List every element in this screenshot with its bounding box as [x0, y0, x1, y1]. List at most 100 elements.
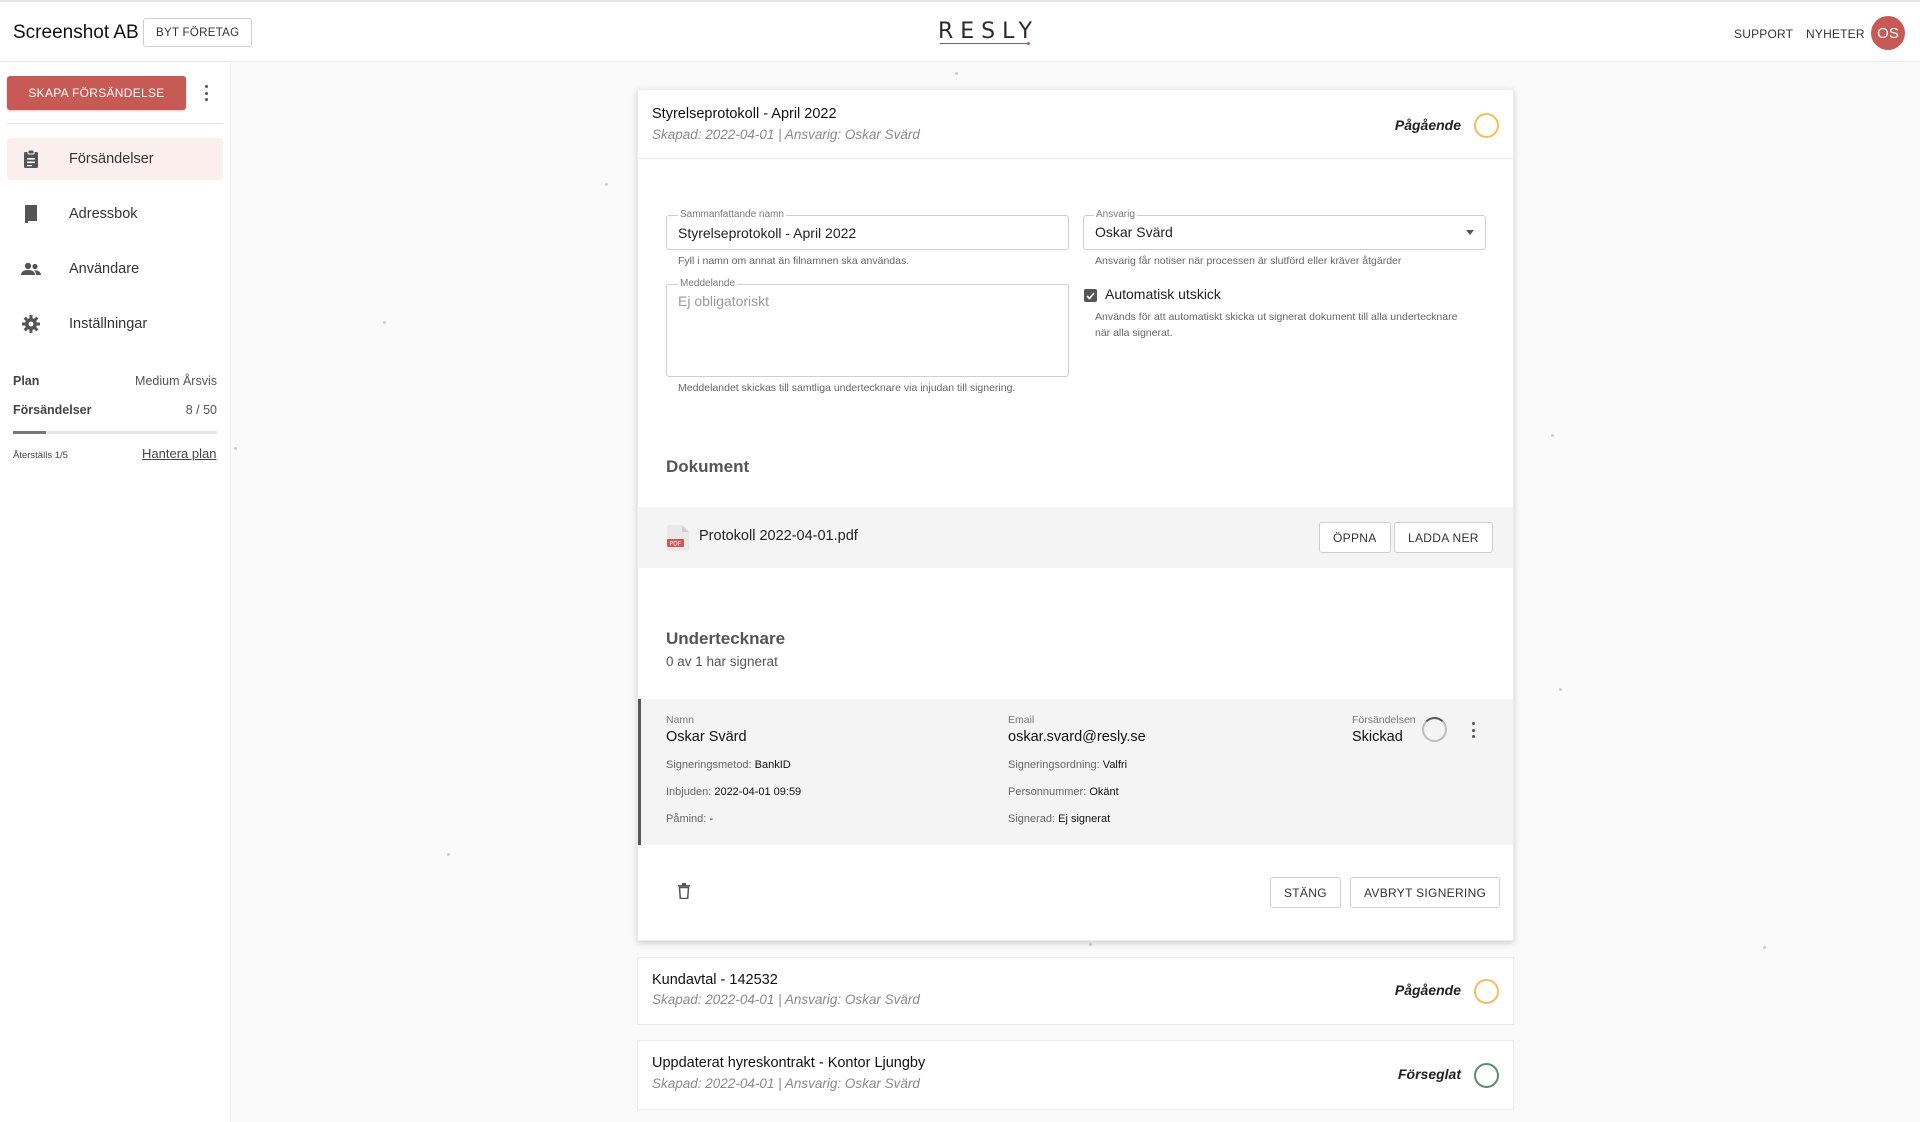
open-document-button[interactable]: ÖPPNA: [1319, 522, 1391, 553]
responsible-value: Oskar Svärd: [1095, 224, 1173, 240]
signer-name-label: Namn: [666, 714, 695, 726]
sidebar-item-label: Försändelser: [69, 151, 154, 167]
sidebar-item-label: Adressbok: [69, 206, 138, 222]
trash-icon[interactable]: [678, 883, 690, 900]
message-helper: Meddelandet skickas till samtliga undert…: [678, 382, 1016, 394]
document-name[interactable]: Protokoll 2022-04-01.pdf: [699, 528, 858, 544]
decor-dot: [1763, 946, 1766, 949]
sidebar-item-label: Användare: [69, 261, 140, 277]
message-placeholder: Ej obligatoriskt: [678, 293, 770, 309]
avatar[interactable]: OS: [1871, 16, 1905, 50]
logo-underline: [940, 43, 1028, 44]
signers-title: Undertecknare: [666, 629, 786, 648]
sidebar-item-anvandare[interactable]: Användare: [7, 248, 223, 290]
decor-dot: [234, 447, 237, 450]
auto-send-label[interactable]: Automatisk utskick: [1105, 286, 1221, 302]
status-badge: Pågående: [1394, 117, 1461, 133]
signer-more-options-icon[interactable]: [1467, 719, 1479, 741]
sidebar-item-installningar[interactable]: Inställningar: [7, 303, 223, 345]
sidebar-item-adressbok[interactable]: Adressbok: [7, 193, 223, 235]
sendings-usage-row: Försändelser 8 / 50: [13, 403, 217, 417]
sidebar-divider: [7, 123, 223, 124]
card-title[interactable]: Styrelseprotokoll - April 2022: [652, 106, 837, 122]
auto-send-helper-line: Används för att automatiskt skicka ut si…: [1095, 311, 1458, 323]
gear-icon: [21, 314, 41, 334]
sidebar-item-forsandelser[interactable]: Försändelser: [7, 138, 223, 180]
name-field-helper: Fyll i namn om annat än filnamnen ska an…: [678, 255, 910, 267]
status-badge: Pågående: [1394, 982, 1461, 998]
card-subtitle: Skapad: 2022-04-01 | Ansvarig: Oskar Svä…: [652, 992, 920, 1007]
usage-progress-bar: [13, 431, 217, 434]
status-badge: Förseglat: [1397, 1066, 1461, 1082]
decor-dot: [1551, 434, 1554, 437]
decor-dot: [605, 183, 608, 186]
sending-card[interactable]: Uppdaterat hyreskontrakt - Kontor Ljungb…: [637, 1040, 1514, 1110]
signer-email: oskar.svard@resly.se: [1008, 729, 1146, 745]
name-field-label: Sammanfattande namn: [678, 209, 786, 220]
name-field-value: Styrelseprotokoll - April 2022: [678, 225, 857, 241]
decor-dot: [1089, 943, 1092, 946]
clipboard-icon: [21, 149, 41, 169]
company-name: Screenshot AB: [13, 22, 139, 43]
plan-value: Medium Årsvis: [135, 374, 217, 388]
news-link[interactable]: NYHETER: [1806, 27, 1865, 41]
svg-text:PDF: PDF: [670, 541, 682, 548]
card-subtitle: Skapad: 2022-04-01 | Ansvarig: Oskar Svä…: [652, 1076, 920, 1091]
cancel-signing-button[interactable]: AVBRYT SIGNERING: [1350, 877, 1501, 908]
sidebar-item-label: Inställningar: [69, 316, 148, 332]
personal-number: Personnummer: Okänt: [1008, 786, 1119, 798]
checkmark-icon: [1086, 291, 1095, 300]
card-divider: [638, 158, 1513, 159]
resly-logo[interactable]: RESLY: [938, 19, 1039, 44]
pending-spinner-icon: [1422, 717, 1447, 742]
invited-at: Inbjuden: 2022-04-01 09:59: [666, 786, 802, 798]
signer-name: Oskar Svärd: [666, 729, 747, 745]
manage-plan-link[interactable]: Hantera plan: [142, 446, 216, 461]
auto-send-checkbox[interactable]: [1084, 289, 1097, 302]
plan-label: Plan: [13, 374, 40, 388]
reset-date: Återställs 1/5: [13, 450, 68, 461]
document-row: PDF Protokoll 2022-04-01.pdf ÖPPNA LADDA…: [638, 507, 1513, 568]
decor-dot: [1559, 688, 1562, 691]
logo-dot: [1027, 42, 1030, 45]
message-label: Meddelande: [678, 278, 738, 289]
pdf-file-icon: PDF: [667, 525, 689, 551]
responsible-helper: Ansvarig får notiser när processen är sl…: [1095, 255, 1402, 267]
signing-method: Signeringsmetod: BankID: [666, 759, 791, 771]
create-sending-button[interactable]: SKAPA FÖRSÄNDELSE: [7, 76, 186, 110]
plan-row: Plan Medium Årsvis: [13, 374, 217, 388]
signed-status: Signerad: Ej signerat: [1008, 813, 1111, 825]
sidebar: SKAPA FÖRSÄNDELSE Försändelser Adressbok…: [0, 63, 231, 1122]
responsible-label: Ansvarig: [1094, 209, 1137, 220]
signer-status-label: Försändelsen: [1352, 714, 1416, 726]
users-icon: [21, 259, 41, 279]
status-ring-icon: [1474, 979, 1499, 1004]
reminded: Påmind: -: [666, 813, 714, 825]
decor-dot: [447, 853, 450, 856]
signer-email-label: Email: [1008, 714, 1035, 726]
sendings-value: 8 / 50: [185, 403, 217, 417]
status-ring-icon: [1474, 113, 1499, 138]
more-options-icon[interactable]: [200, 82, 212, 104]
close-button[interactable]: STÄNG: [1270, 877, 1341, 908]
decor-dot: [383, 321, 386, 324]
card-title[interactable]: Uppdaterat hyreskontrakt - Kontor Ljungb…: [652, 1055, 925, 1071]
decor-dot: [955, 72, 958, 75]
support-link[interactable]: SUPPORT: [1734, 27, 1793, 41]
sending-card-expanded: Styrelseprotokoll - April 2022 Skapad: 2…: [637, 89, 1514, 941]
card-title[interactable]: Kundavtal - 142532: [652, 972, 778, 988]
sending-card[interactable]: Kundavtal - 142532 Skapad: 2022-04-01 | …: [637, 957, 1514, 1025]
auto-send-helper-line: när alla signerat.: [1095, 327, 1173, 339]
signers-summary: 0 av 1 har signerat: [666, 654, 778, 669]
signing-order: Signeringsordning: Valfri: [1008, 759, 1128, 771]
signer-status: Skickad: [1352, 729, 1403, 745]
switch-company-button[interactable]: BYT FÖRETAG: [143, 18, 253, 47]
chevron-down-icon[interactable]: [1466, 230, 1474, 235]
signer-row: Namn Oskar Svärd Email oskar.svard@resly…: [638, 699, 1513, 845]
book-icon: [21, 204, 41, 224]
top-bar: Screenshot AB BYT FÖRETAG RESLY SUPPORT …: [0, 0, 1920, 62]
usage-progress-fill: [13, 431, 46, 434]
download-document-button[interactable]: LADDA NER: [1394, 522, 1493, 553]
sendings-label: Försändelser: [13, 403, 92, 417]
documents-title: Dokument: [666, 457, 750, 476]
